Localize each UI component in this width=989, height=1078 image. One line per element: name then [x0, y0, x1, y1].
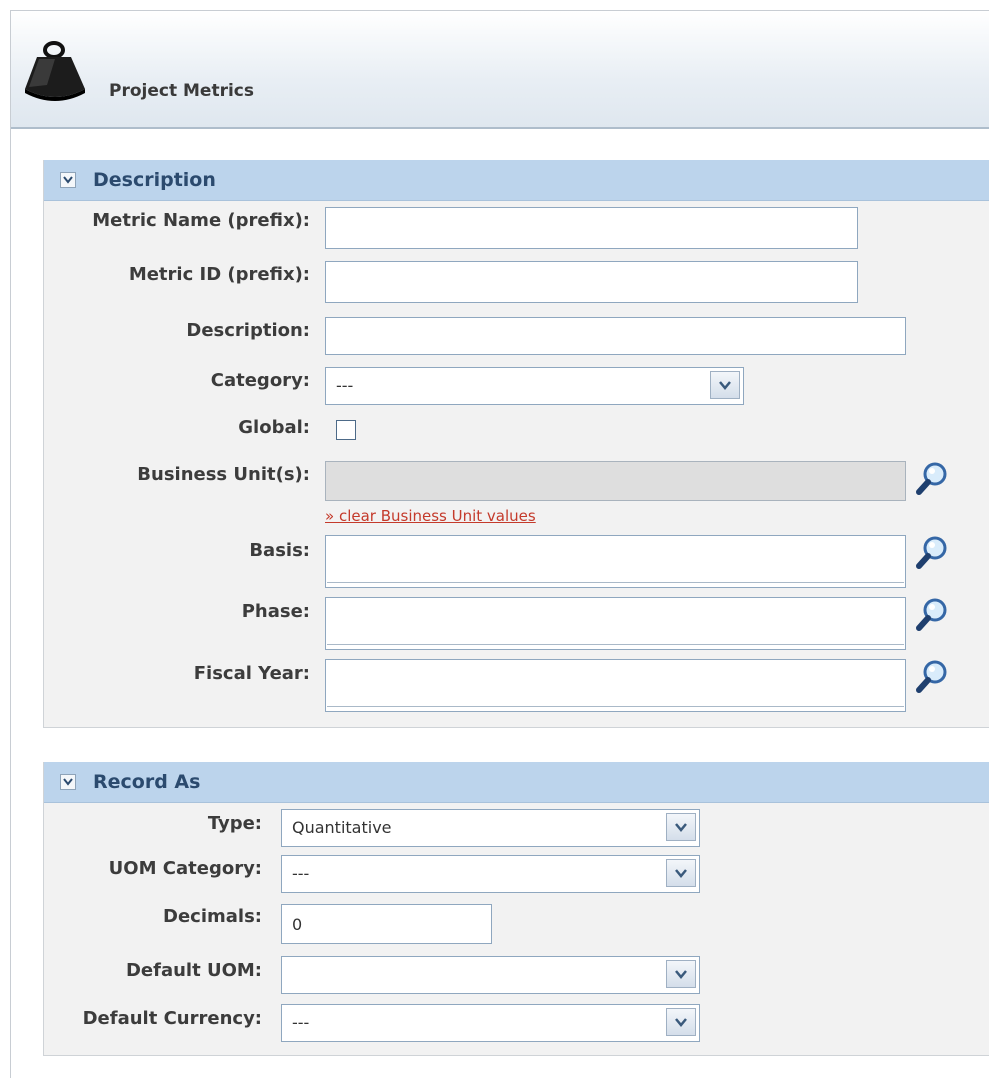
decimals-label: Decimals:: [163, 906, 262, 927]
decimals-input[interactable]: [281, 904, 492, 944]
default-uom-dropdown-button[interactable]: [666, 960, 696, 988]
description-panel-header[interactable]: Description: [44, 160, 989, 201]
chevron-down-icon: [675, 823, 687, 832]
record-as-panel-title: Record As: [93, 771, 201, 793]
record-as-panel-header[interactable]: Record As: [44, 762, 989, 803]
default-uom-label: Default UOM:: [125, 960, 262, 981]
type-label: Type:: [207, 813, 262, 834]
business-units-field: [325, 461, 906, 501]
business-units-lookup-icon[interactable]: [915, 461, 949, 497]
type-select[interactable]: Quantitative: [281, 809, 700, 847]
uom-category-select-value: ---: [292, 864, 310, 883]
weight-icon: [25, 41, 85, 101]
fiscal-year-lookup-icon[interactable]: [915, 659, 949, 695]
category-select-value: ---: [336, 376, 354, 395]
default-uom-select[interactable]: [281, 956, 700, 994]
category-select[interactable]: ---: [325, 367, 744, 405]
metric-id-label: Metric ID (prefix):: [128, 264, 310, 285]
page-header: Project Metrics: [11, 11, 989, 129]
global-label: Global:: [238, 417, 310, 438]
type-select-value: Quantitative: [292, 818, 392, 837]
default-currency-select[interactable]: ---: [281, 1004, 700, 1042]
page-frame: Project Metrics Description Metric Name …: [10, 10, 989, 1078]
description-panel-title: Description: [93, 169, 216, 191]
phase-label: Phase:: [241, 601, 310, 622]
basis-label: Basis:: [249, 540, 310, 561]
chevron-down-icon: [675, 1018, 687, 1027]
metric-id-input[interactable]: [325, 261, 858, 303]
uom-category-dropdown-button[interactable]: [666, 859, 696, 887]
default-currency-label: Default Currency:: [82, 1008, 262, 1029]
uom-category-select[interactable]: ---: [281, 855, 700, 893]
category-dropdown-button[interactable]: [710, 371, 740, 399]
clear-business-units-link[interactable]: » clear Business Unit values: [325, 507, 536, 525]
category-label: Category:: [210, 370, 310, 391]
chevron-down-icon: [63, 778, 73, 786]
description-label: Description:: [186, 320, 310, 341]
collapse-record-as-button[interactable]: [60, 774, 76, 790]
record-as-panel: Record As Type: Quantitative UOM Categor…: [43, 762, 989, 1056]
global-checkbox[interactable]: [336, 420, 356, 440]
chevron-down-icon: [675, 869, 687, 878]
basis-field[interactable]: [325, 535, 906, 588]
collapse-description-button[interactable]: [60, 172, 76, 188]
business-units-label: Business Unit(s):: [137, 464, 310, 485]
description-panel: Description Metric Name (prefix): Metric…: [43, 160, 989, 728]
description-input[interactable]: [325, 317, 906, 355]
chevron-down-icon: [719, 381, 731, 390]
chevron-down-icon: [675, 970, 687, 979]
default-currency-dropdown-button[interactable]: [666, 1008, 696, 1036]
fiscal-year-label: Fiscal Year:: [193, 663, 310, 684]
uom-category-label: UOM Category:: [108, 858, 262, 879]
default-currency-select-value: ---: [292, 1013, 310, 1032]
basis-lookup-icon[interactable]: [915, 535, 949, 571]
metric-name-input[interactable]: [325, 207, 858, 249]
page-title: Project Metrics: [109, 81, 254, 101]
phase-lookup-icon[interactable]: [915, 597, 949, 633]
type-dropdown-button[interactable]: [666, 813, 696, 841]
phase-field[interactable]: [325, 597, 906, 650]
metric-name-label: Metric Name (prefix):: [92, 210, 310, 231]
chevron-down-icon: [63, 176, 73, 184]
fiscal-year-field[interactable]: [325, 659, 906, 712]
